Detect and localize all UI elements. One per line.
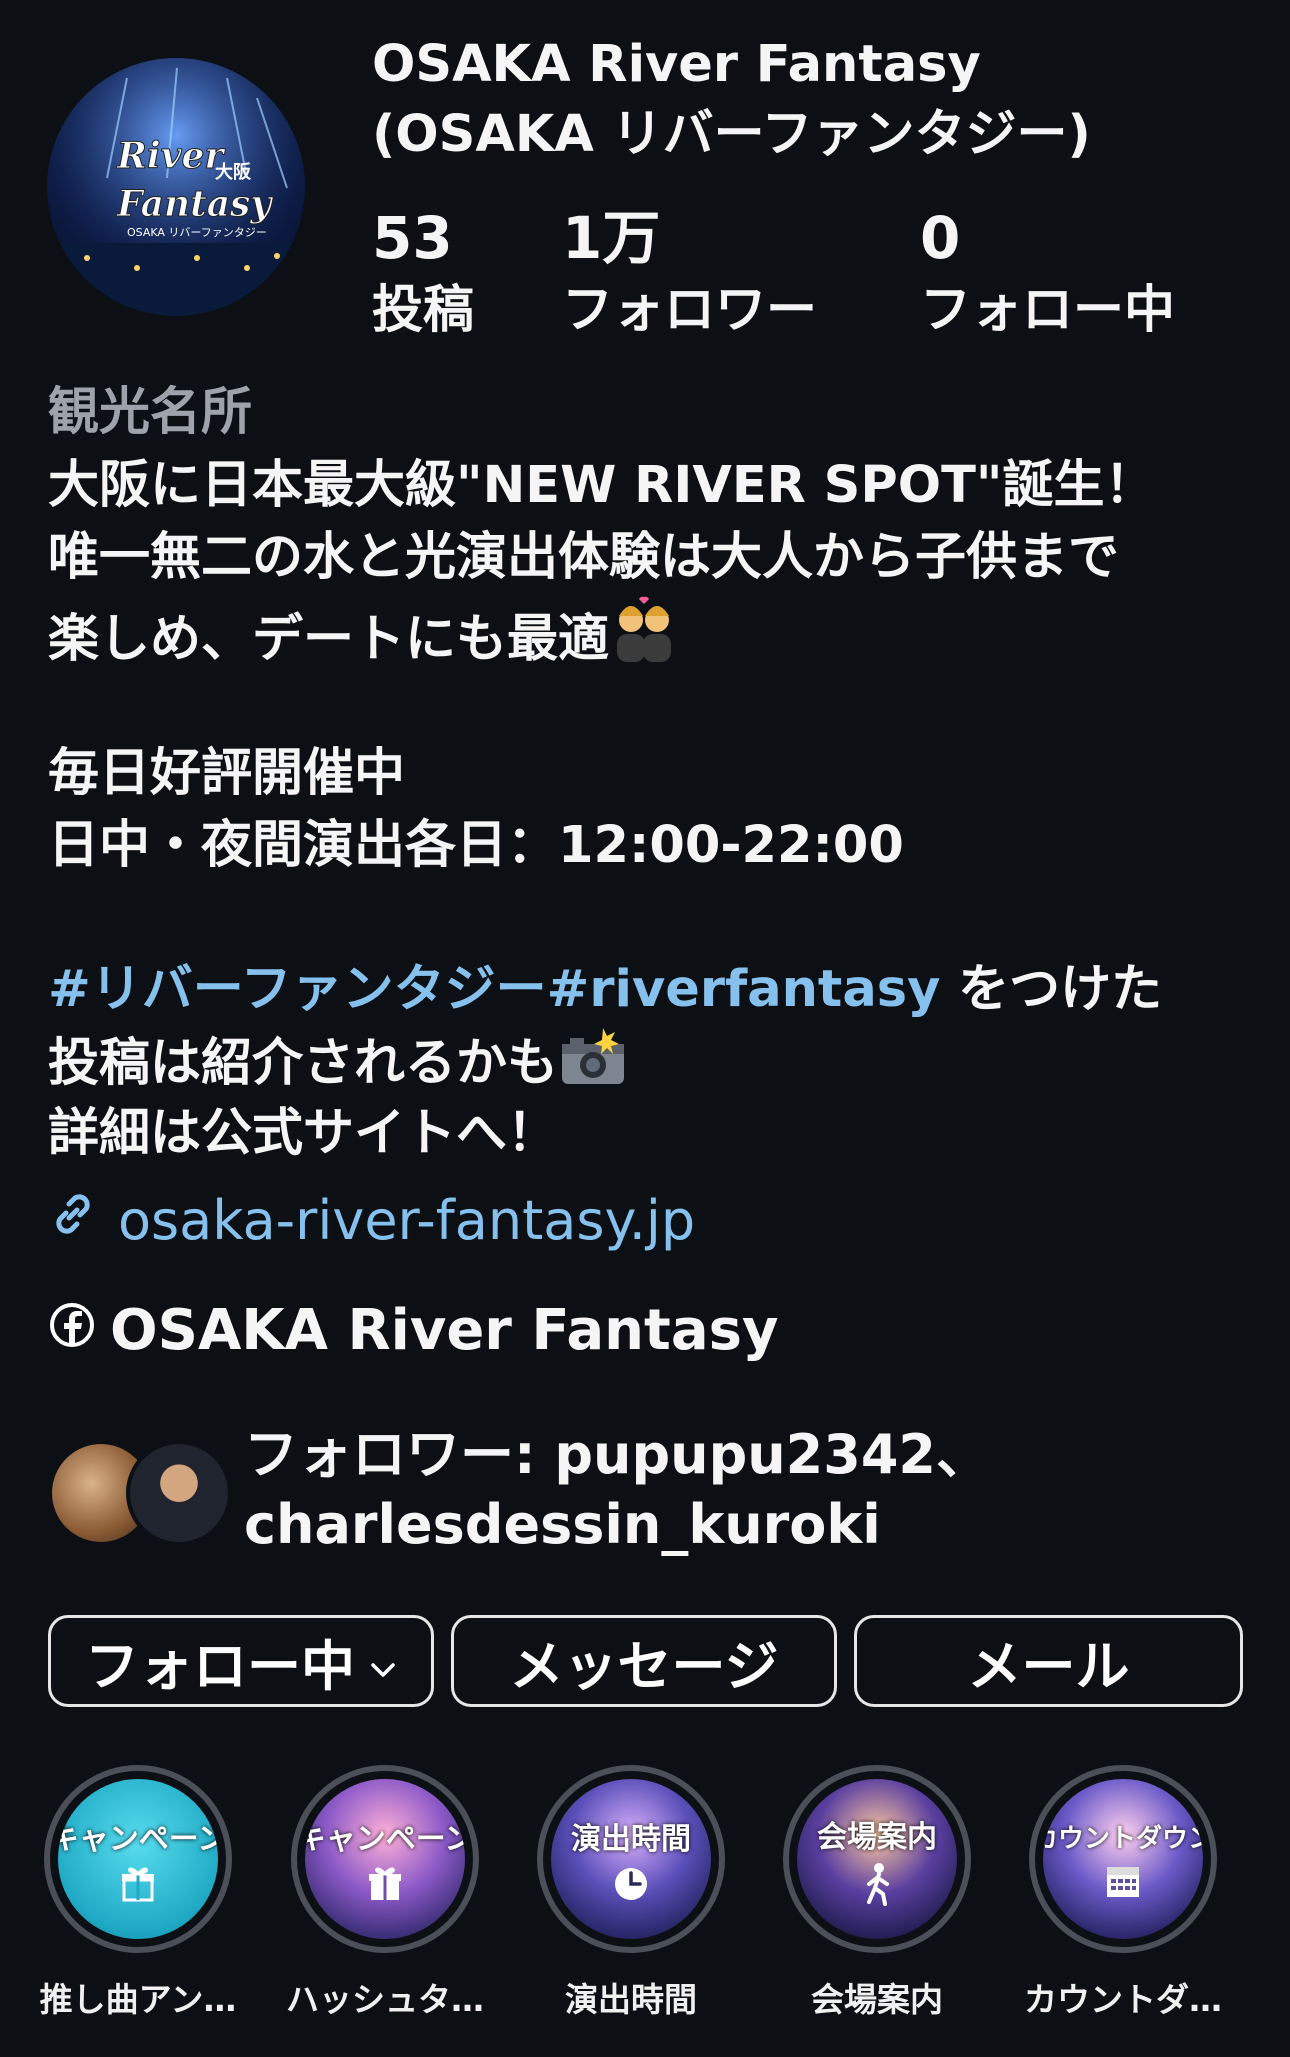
highlight-caption: カウントダ… — [1024, 1980, 1222, 2019]
mutual-followers-line2: charlesdessin_kuroki — [244, 1493, 881, 1556]
story-highlights: キャンペーン 推し曲アン… キャンペーン ハッシュタ… 演出時間 演出時間 会場… — [0, 1765, 1290, 2025]
email-button-label: メール — [967, 1634, 1130, 1698]
calendar-icon — [1107, 1866, 1139, 1897]
profile-name-line2: (OSAKA リバーファンタジー) — [372, 105, 1091, 164]
website-link[interactable]: osaka-river-fantasy.jp — [48, 1186, 695, 1256]
avatar-logo-word2: Fantasy — [116, 183, 273, 225]
highlight-item[interactable]: キャンペーン 推し曲アン… — [38, 1765, 238, 2021]
following-button[interactable]: フォロー中 — [48, 1615, 434, 1707]
follower-avatar — [126, 1440, 232, 1546]
avatar-logo-sub: OSAKA リバーファンタジー — [127, 226, 267, 239]
chevron-down-icon — [369, 1630, 397, 1693]
stat-following[interactable]: 0 フォロー中 — [920, 200, 1175, 346]
bio-line-text: 投稿は紹介されるかも — [48, 1034, 559, 1093]
highlight-cover: カウントダウン — [1043, 1779, 1203, 1939]
avatar-logo-image: River Fantasy 大阪 OSAKA リバーファンタジー — [47, 58, 305, 316]
facebook-link[interactable]: OSAKA River Fantasy — [48, 1295, 778, 1367]
highlight-item[interactable]: キャンペーン ハッシュタ… — [285, 1765, 485, 2021]
highlight-cover: 演出時間 — [551, 1779, 711, 1939]
bio-spacer — [48, 882, 1248, 954]
bio-line: 大阪に日本最大級"NEW RIVER SPOT"誕生！ — [48, 456, 1156, 515]
bio-line: 詳細は公式サイトへ！ — [48, 1104, 559, 1163]
highlight-item[interactable]: カウントダウン カウントダ… — [1023, 1765, 1223, 2021]
profile-name: OSAKA River Fantasy (OSAKA リバーファンタジー) — [372, 30, 1252, 170]
highlight-ring: カウントダウン — [1029, 1765, 1217, 1953]
email-button[interactable]: メール — [854, 1615, 1243, 1707]
mutual-followers[interactable]: フォロワー: pupupu2342、 charlesdessin_kuroki — [48, 1420, 1248, 1570]
highlight-ring: 演出時間 — [537, 1765, 725, 1953]
walking-person-icon — [867, 1863, 889, 1906]
highlight-cover: 会場案内 — [797, 1779, 957, 1939]
profile-action-buttons: フォロー中 メッセージ メール — [48, 1615, 1243, 1711]
stat-posts-label: 投稿 — [372, 281, 475, 340]
gift-icon — [122, 1867, 154, 1902]
highlight-caption: 推し曲アン… — [39, 1980, 237, 2019]
stat-followers-value: 1万 — [562, 204, 661, 272]
message-button-label: メッセージ — [509, 1634, 779, 1698]
highlight-cover-title: 会場案内 — [817, 1820, 937, 1855]
highlight-cover-title: 演出時間 — [571, 1822, 691, 1857]
stat-posts[interactable]: 53 投稿 — [372, 200, 474, 346]
avatar-logo-word1: River — [116, 135, 226, 177]
facebook-link-text: OSAKA River Fantasy — [110, 1298, 779, 1363]
hashtag-link[interactable]: #リバーファンタジー#riverfantasy — [48, 960, 940, 1019]
highlight-cover: キャンペーン — [305, 1779, 465, 1939]
message-button[interactable]: メッセージ — [451, 1615, 837, 1707]
highlight-ring: キャンペーン — [44, 1765, 232, 1953]
highlight-cover-title: キャンペーン — [58, 1822, 218, 1857]
avatar-logo-kanji: 大阪 — [215, 161, 252, 183]
mutual-followers-line1: フォロワー: pupupu2342、 — [244, 1423, 990, 1486]
stat-following-value: 0 — [920, 204, 961, 272]
bio-line: 唯一無二の水と光演出体験は大人から子供まで — [48, 528, 1120, 587]
highlight-ring: キャンペーン — [291, 1765, 479, 1953]
bio-line: 投稿は紹介されるかも — [48, 1026, 1248, 1098]
bio-line: #リバーファンタジー#riverfantasy をつけた — [48, 954, 1248, 1026]
stat-followers-label: フォロワー — [562, 281, 818, 340]
highlight-item[interactable]: 演出時間 演出時間 — [531, 1765, 731, 2021]
bio-line: 日中・夜間演出各日：12:00-22:00 — [48, 816, 904, 875]
profile-avatar[interactable]: River Fantasy 大阪 OSAKA リバーファンタジー — [47, 58, 305, 316]
bio-line: 楽しめ、デートにも最適 — [48, 594, 1248, 669]
clock-icon — [615, 1868, 647, 1900]
camera-flash-emoji-icon — [558, 1026, 628, 1108]
highlight-caption: 会場案内 — [811, 1980, 943, 2019]
profile-category: 観光名所 — [48, 383, 253, 442]
stat-following-label: フォロー中 — [920, 281, 1176, 340]
profile-name-line1: OSAKA River Fantasy — [372, 35, 981, 94]
profile-bio: 大阪に日本最大級"NEW RIVER SPOT"誕生！ 唯一無二の水と光演出体験… — [48, 450, 1248, 1170]
stat-followers[interactable]: 1万 フォロワー — [562, 200, 817, 346]
bio-line: 毎日好評開催中 — [48, 744, 406, 803]
bio-line-text: 楽しめ、デートにも最適 — [48, 610, 610, 669]
highlight-caption: ハッシュタ… — [286, 1980, 484, 2019]
gift-icon — [369, 1867, 401, 1900]
highlight-item[interactable]: 会場案内 会場案内 — [777, 1765, 977, 2021]
website-link-text: osaka-river-fantasy.jp — [118, 1189, 696, 1252]
couple-emoji-icon — [609, 594, 679, 684]
highlight-ring: 会場案内 — [783, 1765, 971, 1953]
mutual-followers-text: フォロワー: pupupu2342、 charlesdessin_kuroki — [244, 1420, 990, 1560]
highlight-cover-title: キャンペーン — [305, 1822, 465, 1857]
highlight-cover: キャンペーン — [58, 1779, 218, 1939]
stat-posts-value: 53 — [372, 204, 453, 272]
following-button-label: フォロー中 — [85, 1634, 355, 1698]
link-icon — [48, 1186, 98, 1256]
highlight-caption: 演出時間 — [565, 1980, 697, 2019]
bio-line-text: をつけた — [940, 960, 1163, 1019]
highlight-cover-title: カウントダウン — [1043, 1823, 1203, 1854]
facebook-icon — [48, 1295, 96, 1367]
